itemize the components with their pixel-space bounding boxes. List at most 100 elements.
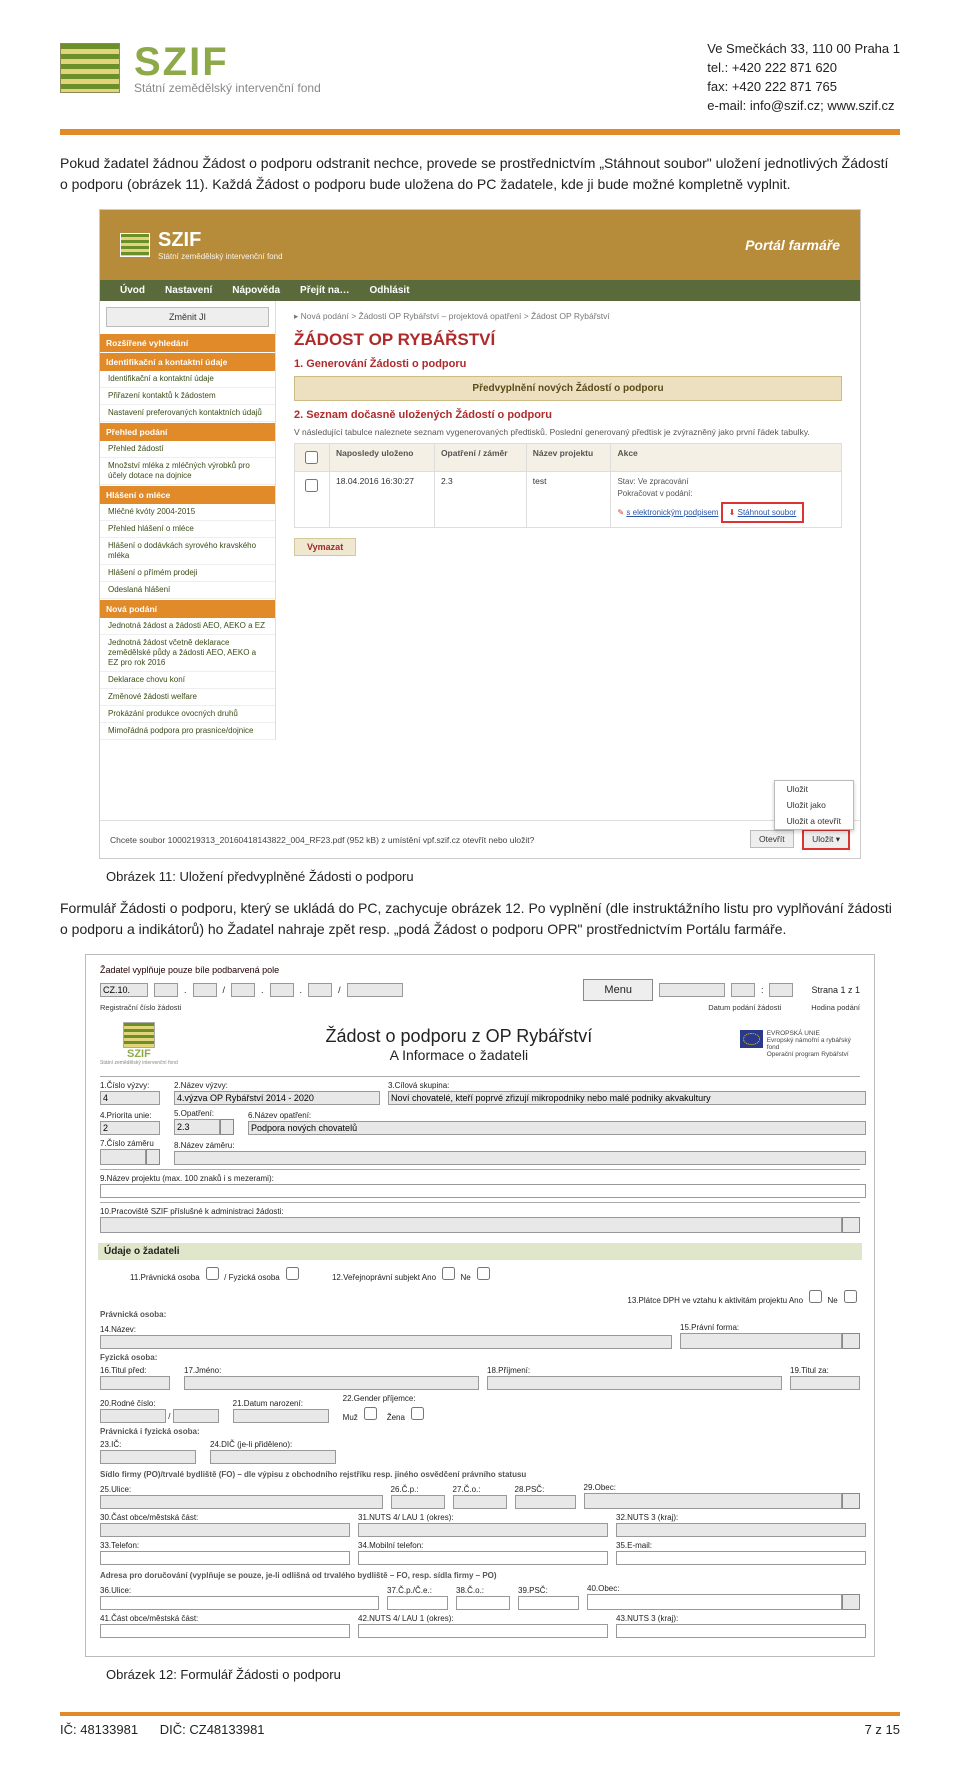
field-datum-narozeni[interactable] — [233, 1409, 329, 1423]
sidebar-item[interactable]: Přiřazení kontaktů k žádostem — [100, 388, 275, 405]
sidebar-item[interactable]: Přehled hlášení o mléce — [100, 521, 275, 538]
field-titul-za[interactable] — [790, 1376, 860, 1390]
sidebar-item[interactable]: Mléčné kvóty 2004-2015 — [100, 504, 275, 521]
field-nuts3[interactable] — [616, 1523, 866, 1537]
check-po[interactable] — [206, 1267, 219, 1280]
sidebar-item[interactable]: Přehled žádostí — [100, 441, 275, 458]
dropdown-icon[interactable] — [146, 1149, 160, 1165]
save-open-option[interactable]: Uložit a otevřít — [775, 813, 853, 829]
sidebar-item[interactable]: Změnové žádosti welfare — [100, 689, 275, 706]
sidebar-item[interactable]: Nastavení preferovaných kontaktních údaj… — [100, 405, 275, 422]
nav-item[interactable]: Nápověda — [232, 285, 280, 296]
field-cast-obce[interactable] — [100, 1523, 350, 1537]
sidebar-group-header[interactable]: Identifikační a kontaktní údaje — [100, 352, 275, 371]
dropdown-icon[interactable] — [842, 1594, 860, 1610]
field-d-nuts4[interactable] — [358, 1624, 608, 1638]
change-ji-button[interactable]: Změnit JI — [106, 307, 269, 327]
field-rc2[interactable] — [173, 1409, 219, 1423]
sidebar-item[interactable]: Deklarace chovu koní — [100, 672, 275, 689]
field-opatreni[interactable] — [174, 1119, 220, 1135]
field-ic[interactable] — [100, 1450, 196, 1464]
sidebar-item[interactable]: Odeslaná hlášení — [100, 582, 275, 599]
field-d-cast[interactable] — [100, 1624, 350, 1638]
open-button[interactable]: Otevřít — [750, 830, 794, 848]
eu-flag-icon — [740, 1030, 763, 1048]
row-checkbox[interactable] — [305, 479, 318, 492]
sidebar-item[interactable]: Hlášení o přímém prodeji — [100, 565, 275, 582]
field-nazev[interactable] — [100, 1335, 672, 1349]
dropdown-icon[interactable] — [842, 1493, 860, 1509]
select-all-checkbox[interactable] — [305, 451, 318, 464]
download-link[interactable]: Stáhnout soubor — [738, 508, 797, 517]
field-email[interactable] — [616, 1551, 866, 1565]
sidebar-item[interactable]: Mimořádná podpora pro prasnice/dojnice — [100, 723, 275, 740]
check-fo[interactable] — [286, 1267, 299, 1280]
sidebar-item[interactable]: Množství mléka z mléčných výrobků pro úč… — [100, 458, 275, 485]
figure-caption-11: Obrázek 11: Uložení předvyplněné Žádosti… — [106, 869, 900, 884]
field-cp[interactable] — [391, 1495, 445, 1509]
sidebar-search-header[interactable]: Rozšířené vyhledání — [100, 333, 275, 352]
field-nazev-op[interactable] — [248, 1121, 866, 1135]
check-gender-m[interactable] — [364, 1407, 377, 1420]
field-cilova[interactable] — [388, 1091, 866, 1105]
menu-button[interactable]: Menu — [583, 979, 653, 1001]
section-heading: 2. Seznam dočasně uložených Žádostí o po… — [294, 409, 842, 421]
field-zamer-num[interactable] — [100, 1149, 146, 1165]
label: Žena — [387, 1413, 405, 1422]
field-vyzva-num[interactable] — [100, 1091, 160, 1105]
szif-logo-icon — [120, 233, 150, 257]
check-vp-ne[interactable] — [477, 1267, 490, 1280]
sidebar-group-header[interactable]: Nová podání — [100, 599, 275, 618]
field-co[interactable] — [453, 1495, 507, 1509]
field-vyzva-name[interactable] — [174, 1091, 380, 1105]
dropdown-icon[interactable] — [842, 1333, 860, 1349]
sign-link[interactable]: s elektronickým podpisem — [626, 508, 718, 517]
field-titul-pred[interactable] — [100, 1376, 170, 1390]
save-as-option[interactable]: Uložit jako — [775, 797, 853, 813]
field-project-name[interactable] — [100, 1184, 866, 1198]
sidebar-group-header[interactable]: Hlášení o mléce — [100, 485, 275, 504]
field-obec[interactable] — [584, 1493, 843, 1509]
nav-item[interactable]: Úvod — [120, 285, 145, 296]
field-psc[interactable] — [515, 1495, 576, 1509]
save-button[interactable]: Uložit ▾ — [802, 829, 850, 850]
field-zamer-name[interactable] — [174, 1151, 866, 1165]
nav-item[interactable]: Nastavení — [165, 285, 212, 296]
field-ulice[interactable] — [100, 1495, 383, 1509]
nav-item[interactable]: Přejít na… — [300, 285, 349, 296]
col-header: Naposledy uloženo — [330, 444, 435, 472]
check-dph-ne[interactable] — [844, 1290, 857, 1303]
field-mobil[interactable] — [358, 1551, 608, 1565]
field-jmeno[interactable] — [184, 1376, 479, 1390]
label: 33.Telefon: — [100, 1541, 344, 1550]
field-prijmeni[interactable] — [487, 1376, 782, 1390]
field-nuts4[interactable] — [358, 1523, 608, 1537]
field-d-ulice[interactable] — [100, 1596, 379, 1610]
field-d-cp[interactable] — [387, 1596, 448, 1610]
field-priorita[interactable] — [100, 1121, 160, 1135]
prefill-button[interactable]: Předvyplnění nových Žádostí o podporu — [294, 376, 842, 401]
field-telefon[interactable] — [100, 1551, 350, 1565]
sidebar-group-header[interactable]: Přehled podání — [100, 422, 275, 441]
sidebar-item[interactable]: Hlášení o dodávkách syrového kravského m… — [100, 538, 275, 565]
field-szif-office[interactable] — [100, 1217, 842, 1233]
field-rc1[interactable] — [100, 1409, 166, 1423]
delete-button[interactable]: Vymazat — [294, 538, 356, 556]
field-pravni-forma[interactable] — [680, 1333, 842, 1349]
field-d-co[interactable] — [456, 1596, 510, 1610]
save-option[interactable]: Uložit — [775, 781, 853, 797]
field-d-psc[interactable] — [518, 1596, 579, 1610]
field-dic[interactable] — [210, 1450, 336, 1464]
field-d-obec[interactable] — [587, 1594, 842, 1610]
sidebar-item[interactable]: Jednotná žádost a žádosti AEO, AEKO a EZ — [100, 618, 275, 635]
dropdown-icon[interactable] — [842, 1217, 860, 1233]
sidebar-item[interactable]: Identifikační a kontaktní údaje — [100, 371, 275, 388]
check-vp-ano[interactable] — [442, 1267, 455, 1280]
sidebar-item[interactable]: Jednotná žádost včetně deklarace zeměděl… — [100, 635, 275, 672]
field-d-nuts3[interactable] — [616, 1624, 866, 1638]
sidebar-item[interactable]: Prokázání produkce ovocných druhů — [100, 706, 275, 723]
dropdown-icon[interactable] — [220, 1119, 234, 1135]
check-gender-f[interactable] — [411, 1407, 424, 1420]
nav-item[interactable]: Odhlásit — [370, 285, 410, 296]
check-dph-ano[interactable] — [809, 1290, 822, 1303]
